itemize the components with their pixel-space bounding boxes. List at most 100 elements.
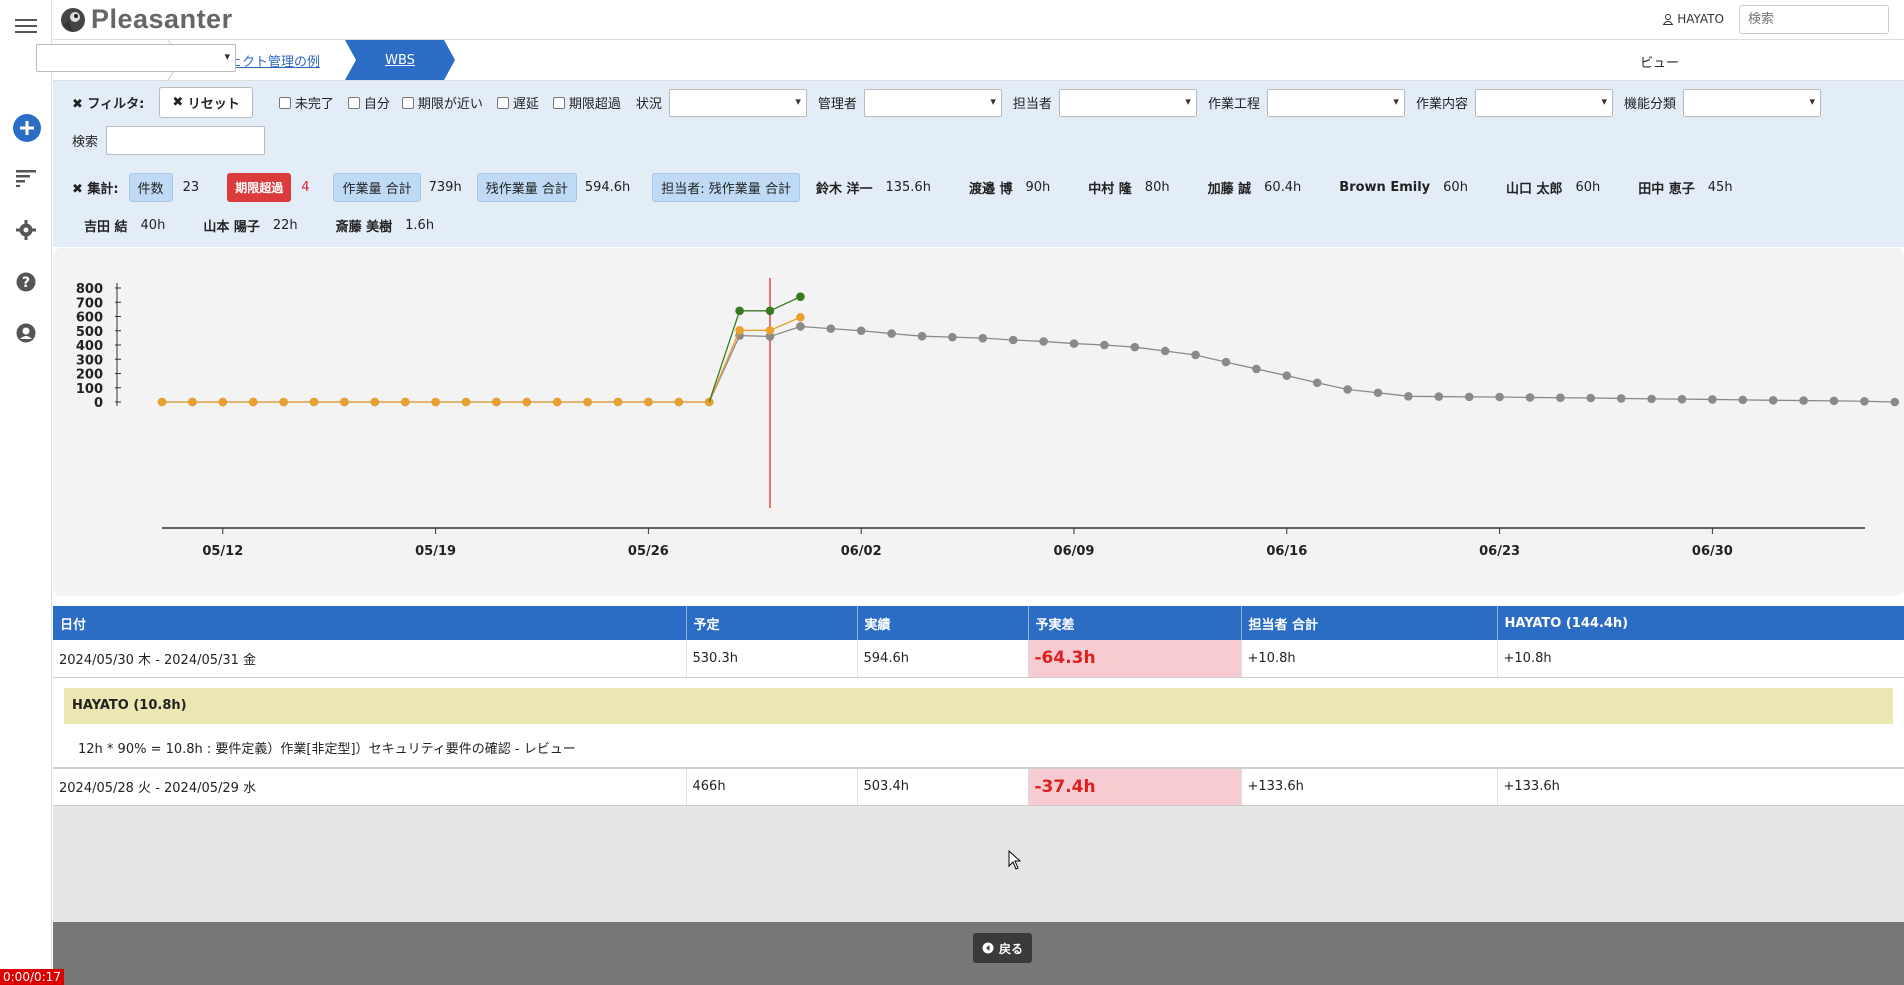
series-point bbox=[1616, 394, 1626, 403]
count-badge: 件数 bbox=[128, 173, 173, 202]
series-point bbox=[1130, 342, 1140, 352]
series-point bbox=[400, 397, 410, 407]
series-point bbox=[552, 397, 562, 407]
column-header-hayato[interactable]: HAYATO (144.4h) bbox=[1497, 606, 1904, 640]
work-process-label: 作業工程 bbox=[1207, 97, 1260, 112]
logo-bird-icon bbox=[61, 7, 85, 32]
series-point bbox=[1343, 385, 1352, 394]
series-point bbox=[1829, 396, 1839, 406]
column-header-assignee-total[interactable]: 担当者 合計 bbox=[1241, 606, 1498, 640]
series-point bbox=[1708, 395, 1717, 404]
user-account-icon[interactable] bbox=[14, 321, 38, 345]
person-value: 1.6h bbox=[405, 218, 435, 233]
breadcrumb-wbs[interactable]: WBS bbox=[345, 40, 455, 80]
series-point bbox=[1191, 350, 1200, 360]
series-point bbox=[887, 329, 896, 338]
series-point bbox=[856, 326, 866, 336]
work-process-select[interactable] bbox=[1266, 88, 1405, 117]
column-header-diff[interactable]: 予実差 bbox=[1028, 606, 1242, 640]
y-tick-label: 100 bbox=[76, 382, 103, 397]
person-value: 40h bbox=[140, 218, 166, 233]
series-point bbox=[1404, 392, 1413, 401]
series-point bbox=[522, 397, 532, 407]
series-point bbox=[1495, 392, 1504, 402]
series-point bbox=[674, 397, 684, 407]
reset-button[interactable]: ✖ リセット bbox=[159, 87, 253, 118]
checkbox-delayed[interactable]: 遅延 bbox=[496, 93, 539, 112]
cell-plan: 466h bbox=[686, 768, 858, 806]
series-point bbox=[309, 397, 319, 407]
user-icon bbox=[1663, 13, 1674, 25]
aggregate-label[interactable]: ✖ 集計: bbox=[72, 178, 119, 197]
app-name: Pleasanter bbox=[91, 4, 233, 34]
series-point bbox=[1890, 397, 1900, 407]
recording-timer: 0:00/0:17 bbox=[0, 969, 64, 985]
filter-label[interactable]: ✖ フィルタ: bbox=[72, 93, 144, 112]
function-category-select[interactable] bbox=[1682, 88, 1821, 117]
chart-svg: 0100200300400500600700800 05/12 05/19 05/26… bbox=[76, 278, 1900, 559]
gear-icon[interactable] bbox=[14, 218, 38, 242]
y-tick-label: 200 bbox=[76, 368, 103, 383]
assignee-remain-badge: 担当者: 残作業量 合計 bbox=[652, 173, 800, 202]
column-header-actual[interactable]: 実績 bbox=[857, 606, 1029, 640]
manager-select[interactable] bbox=[863, 88, 1002, 117]
cell-actual: 594.6h bbox=[857, 640, 1029, 678]
work-content-select[interactable] bbox=[1474, 88, 1613, 117]
person-value: 60.4h bbox=[1264, 180, 1302, 195]
footer-bar: 戻る bbox=[53, 922, 1904, 985]
manager-label: 管理者 bbox=[817, 97, 857, 112]
series-point bbox=[796, 322, 805, 331]
checkbox-incomplete[interactable]: 未完了 bbox=[278, 93, 334, 112]
table-row[interactable]: 2024/05/28 火 - 2024/05/29 水 466h 503.4h … bbox=[53, 768, 1904, 806]
person-name: 渡邉 博 bbox=[968, 182, 1013, 197]
status-select[interactable] bbox=[668, 88, 807, 117]
series-line bbox=[162, 316, 801, 403]
y-tick-label: 400 bbox=[76, 339, 103, 354]
work-total-value: 739h bbox=[428, 180, 462, 195]
series-line bbox=[162, 325, 1895, 403]
cell-date: 2024/05/30 木 - 2024/05/31 金 bbox=[53, 640, 687, 678]
person-value: 22h bbox=[272, 218, 298, 233]
series-point bbox=[370, 397, 380, 407]
checkbox-overdue[interactable]: 期限超過 bbox=[552, 93, 621, 112]
app-logo[interactable]: Pleasanter bbox=[59, 4, 233, 35]
back-button[interactable]: 戻る bbox=[973, 933, 1033, 963]
series-point bbox=[1586, 393, 1596, 403]
checkbox-near-due[interactable]: 期限が近い bbox=[401, 93, 483, 112]
overdue-value: 4 bbox=[301, 180, 310, 195]
help-icon[interactable]: ? bbox=[14, 270, 38, 294]
cell-plan: 530.3h bbox=[686, 640, 858, 678]
left-rail: ? bbox=[0, 0, 52, 985]
person-value: 45h bbox=[1707, 180, 1733, 195]
column-header-date[interactable]: 日付 bbox=[53, 606, 687, 640]
checkbox-self[interactable]: 自分 bbox=[347, 93, 390, 112]
person-value: 135.6h bbox=[885, 180, 931, 195]
y-tick-label: 500 bbox=[76, 325, 103, 340]
add-new-icon[interactable] bbox=[12, 113, 42, 143]
series-point bbox=[1008, 335, 1018, 345]
table-row[interactable]: 2024/05/30 木 - 2024/05/31 金 530.3h 594.6… bbox=[53, 640, 1904, 678]
assignee-select[interactable] bbox=[1058, 88, 1197, 117]
overdue-badge: 期限超過 bbox=[227, 173, 292, 202]
global-search-input[interactable] bbox=[1739, 5, 1889, 34]
current-user[interactable]: HAYATO bbox=[1663, 12, 1724, 26]
detail-title: HAYATO (10.8h) bbox=[64, 687, 1893, 724]
x-tick-label: 06/09 bbox=[1054, 544, 1095, 559]
series-point bbox=[1069, 339, 1079, 348]
filter-search-input[interactable] bbox=[106, 126, 266, 155]
cell-date: 2024/05/28 火 - 2024/05/29 水 bbox=[53, 768, 687, 806]
series-point bbox=[1039, 337, 1048, 346]
column-header-plan[interactable]: 予定 bbox=[686, 606, 858, 640]
sort-list-icon[interactable] bbox=[14, 166, 38, 190]
series-point bbox=[188, 397, 197, 407]
x-tick-label: 06/16 bbox=[1266, 544, 1307, 559]
cell-hayato: +10.8h bbox=[1497, 640, 1904, 678]
assignee-label: 担当者 bbox=[1012, 97, 1052, 112]
series-point bbox=[1738, 395, 1748, 405]
wbs-table: 日付 予定 実績 予実差 担当者 合計 HAYATO (144.4h) 2024… bbox=[53, 606, 1904, 806]
view-select[interactable] bbox=[36, 44, 236, 72]
y-tick-label: 800 bbox=[76, 282, 103, 297]
person-name: 田中 恵子 bbox=[1638, 182, 1695, 197]
x-tick-label: 05/12 bbox=[202, 544, 243, 559]
hamburger-menu-icon[interactable] bbox=[14, 14, 38, 38]
